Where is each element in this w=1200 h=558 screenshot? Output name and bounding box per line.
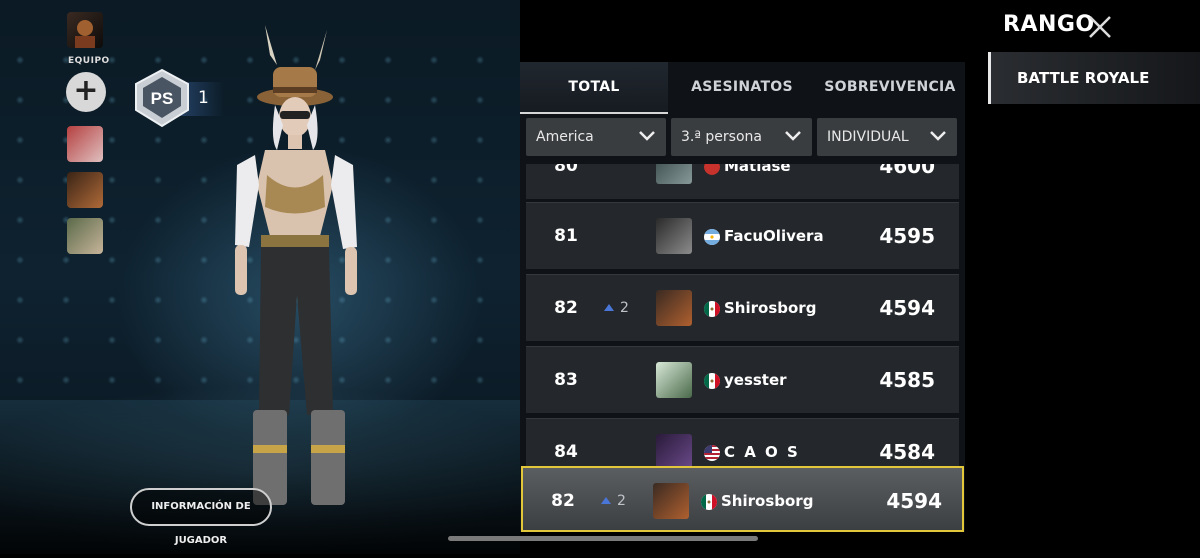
row-rank-change: 2 (604, 275, 634, 341)
flag-mexico-icon (704, 373, 720, 389)
row-position: 80 (554, 164, 578, 176)
chevron-down-icon (639, 131, 655, 141)
tab-total[interactable]: TOTAL (520, 62, 668, 114)
row-avatar[interactable] (656, 164, 692, 184)
mode-dropdown[interactable]: INDIVIDUAL (817, 118, 957, 156)
row-avatar[interactable] (656, 290, 692, 326)
home-indicator[interactable] (448, 536, 758, 541)
row-position: 82 (554, 298, 578, 318)
row-score: 4584 (879, 440, 935, 464)
row-position: 83 (554, 370, 578, 390)
flag-red-icon (704, 164, 720, 175)
team-slot-friend-1[interactable] (67, 126, 103, 162)
leaderboard-row[interactable]: 84 C A O S 4584 (526, 418, 959, 466)
perspective-dropdown-value: 3.ª persona (681, 129, 762, 145)
row-avatar[interactable] (656, 434, 692, 466)
row-player-name: Shirosborg (724, 299, 817, 317)
row-rank-change-value: 2 (620, 300, 629, 316)
leaderboard-row[interactable]: 81 FacuOlivera 4595 (526, 202, 959, 269)
tab-sobrevivencia[interactable]: SOBREVIVENCIA (816, 62, 964, 112)
rank-up-icon (601, 497, 611, 504)
row-position: 84 (554, 442, 578, 462)
flag-usa-icon (704, 445, 720, 461)
chevron-down-icon (785, 131, 801, 141)
leaderboard-row[interactable]: 83 yesster 4585 (526, 346, 959, 413)
team-slot-own-avatar[interactable] (67, 12, 103, 48)
avatar-image (75, 20, 95, 48)
row-player-name: yesster (724, 371, 787, 389)
ranking-tabs: TOTAL ASESINATOS SOBREVIVENCIA (520, 62, 965, 114)
row-avatar[interactable] (656, 362, 692, 398)
row-position: 81 (554, 226, 578, 246)
add-teammate-button[interactable]: + (66, 72, 106, 112)
own-rank-change-value: 2 (617, 493, 626, 509)
player-info-button[interactable]: INFORMACIÓN DE JUGADOR (130, 488, 272, 546)
region-dropdown-value: America (536, 129, 594, 145)
team-slot-friend-2[interactable] (67, 172, 103, 208)
mode-dropdown-value: INDIVIDUAL (827, 129, 909, 145)
row-score: 4594 (879, 296, 935, 320)
player-character[interactable] (225, 25, 385, 515)
rank-badge-icon[interactable]: PS (134, 68, 190, 128)
own-avatar[interactable] (653, 483, 689, 519)
row-score: 4600 (879, 164, 935, 178)
own-position: 82 (551, 491, 575, 511)
flag-argentina-icon (704, 229, 720, 245)
row-player-name: Matiase (724, 164, 791, 175)
row-score: 4595 (879, 224, 935, 248)
own-rank-row[interactable]: 82 2 Shirosborg 4594 (521, 466, 964, 532)
chevron-down-icon (930, 131, 946, 141)
own-score: 4594 (886, 489, 942, 513)
flag-mexico-icon (701, 494, 717, 510)
rank-value: 1 (198, 88, 209, 108)
own-rank-change: 2 (601, 468, 631, 534)
perspective-dropdown[interactable]: 3.ª persona (671, 118, 812, 156)
tab-asesinatos[interactable]: ASESINATOS (668, 62, 816, 112)
page-title: RANGO (1003, 12, 1095, 37)
row-player-name: C A O S (724, 443, 800, 461)
ranking-panel: TOTAL ASESINATOS SOBREVIVENCIA America 3… (520, 62, 965, 532)
region-dropdown[interactable]: America (526, 118, 666, 156)
own-player-name: Shirosborg (721, 492, 814, 510)
leaderboard-row[interactable]: 82 2 Shirosborg 4594 (526, 274, 959, 341)
filters: America 3.ª persona INDIVIDUAL (526, 118, 959, 156)
rank-badge-text: PS (151, 89, 174, 108)
close-icon[interactable] (1087, 14, 1113, 40)
rank-up-icon (604, 304, 614, 311)
row-avatar[interactable] (656, 218, 692, 254)
team-slot-friend-3[interactable] (67, 218, 103, 254)
team-label: EQUIPO (68, 56, 110, 66)
mode-tab-battle-royale[interactable]: BATTLE ROYALE (988, 52, 1200, 104)
row-player-name: FacuOlivera (724, 227, 824, 245)
row-score: 4585 (879, 368, 935, 392)
flag-mexico-icon (704, 301, 720, 317)
leaderboard-list[interactable]: 80 Matiase 4600 81 FacuOlivera 4595 82 2… (526, 164, 959, 466)
leaderboard-row[interactable]: 80 Matiase 4600 (526, 164, 959, 199)
